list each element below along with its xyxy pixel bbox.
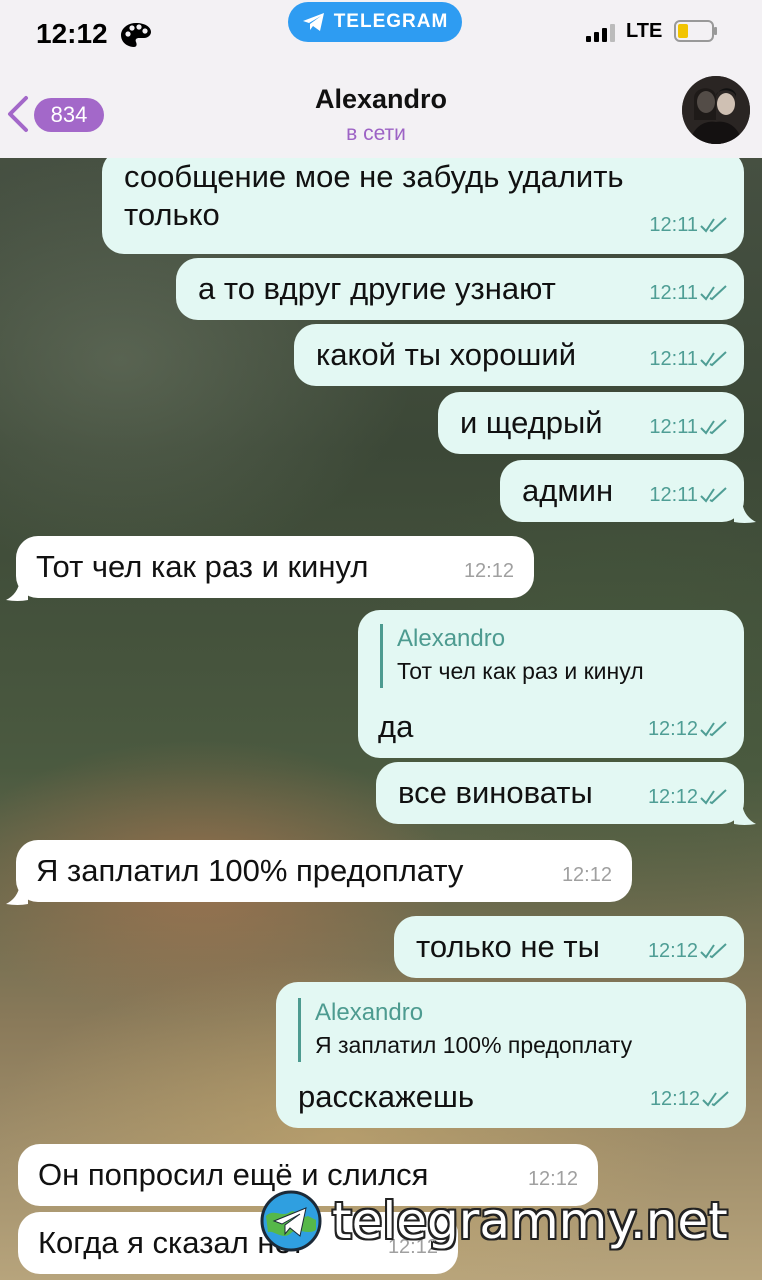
incoming-message[interactable]: Тот чел как раз и кинул 12:12 xyxy=(16,536,534,598)
message-text: а то вдруг другие узнают xyxy=(198,271,556,306)
double-check-icon xyxy=(700,285,727,301)
reply-author: Alexandro xyxy=(397,625,506,652)
outgoing-message[interactable]: какой ты хороший 12:11 xyxy=(294,324,744,386)
message-text: расскажешь xyxy=(298,1079,474,1114)
message-text: админ xyxy=(522,473,614,508)
telegram-icon xyxy=(302,13,324,31)
double-check-icon xyxy=(700,789,727,805)
message-time: 12:11 xyxy=(649,484,698,506)
bubble-tail xyxy=(6,580,28,601)
palette-icon xyxy=(121,23,151,47)
message-text: какой ты хороший xyxy=(316,337,577,372)
app-pill-label: TELEGRAM xyxy=(333,11,449,32)
reply-quote[interactable]: Alexandro Я заплатил 100% предоплату xyxy=(298,998,632,1062)
message-time: 12:12 xyxy=(647,786,698,808)
outgoing-message[interactable]: сообщение мое не забудь удалить только 1… xyxy=(102,158,744,254)
message-text: только не ты xyxy=(416,929,600,964)
avatar-image xyxy=(682,76,750,144)
status-time: 12:12 xyxy=(36,18,108,49)
status-bar: 12:12 TELEGRAM LTE xyxy=(0,0,762,66)
bubble-tail xyxy=(734,804,756,825)
outgoing-reply-message[interactable]: Alexandro Тот чел как раз и кинул да 12:… xyxy=(358,610,744,758)
message-text: Тот чел как раз и кинул xyxy=(36,549,369,584)
chat-title[interactable]: Alexandro xyxy=(0,84,762,115)
presence-status: в сети xyxy=(346,122,406,145)
avatar[interactable] xyxy=(682,76,750,144)
message-text: Я заплатил 100% предоплату xyxy=(36,853,464,888)
double-check-icon xyxy=(700,721,727,737)
network-type: LTE xyxy=(626,20,663,42)
telegram-globe-logo-icon xyxy=(260,1190,322,1252)
reply-text: Я заплатил 100% предоплату xyxy=(315,1032,633,1058)
double-check-icon xyxy=(700,351,727,367)
message-text: и щедрый xyxy=(460,405,603,440)
double-check-icon xyxy=(700,487,727,503)
double-check-icon xyxy=(702,1091,729,1107)
message-time: 12:12 xyxy=(463,560,514,582)
chat-header: 834 Alexandro в сети xyxy=(0,66,762,158)
reply-author: Alexandro xyxy=(315,999,424,1026)
reply-quote[interactable]: Alexandro Тот чел как раз и кинул xyxy=(380,624,644,688)
message-time: 12:11 xyxy=(649,214,698,236)
watermark: telegrammy.net xyxy=(260,1186,728,1256)
watermark-text: telegrammy.net xyxy=(332,1192,728,1250)
signal-icon xyxy=(586,24,615,42)
reply-text: Тот чел как раз и кинул xyxy=(397,658,644,684)
message-list[interactable]: сообщение мое не забудь удалить только 1… xyxy=(0,158,762,1280)
outgoing-reply-message[interactable]: Alexandro Я заплатил 100% предоплату рас… xyxy=(276,982,746,1128)
bubble-tail xyxy=(6,884,28,905)
message-text: все виноваты xyxy=(398,775,593,810)
message-time: 12:12 xyxy=(649,1088,700,1110)
message-text-line: сообщение мое не забудь удалить xyxy=(124,159,624,194)
double-check-icon xyxy=(700,419,727,435)
message-time: 12:11 xyxy=(649,416,698,438)
message-time: 12:12 xyxy=(647,718,698,740)
message-text-line: только xyxy=(124,197,220,232)
outgoing-message[interactable]: все виноваты 12:12 xyxy=(376,762,744,824)
outgoing-message[interactable]: а то вдруг другие узнают 12:11 xyxy=(176,258,744,320)
incoming-message[interactable]: Я заплатил 100% предоплату 12:12 xyxy=(16,840,632,902)
outgoing-message[interactable]: админ 12:11 xyxy=(500,460,744,522)
message-time: 12:11 xyxy=(649,282,698,304)
telegram-app-pill[interactable]: TELEGRAM xyxy=(288,2,462,42)
double-check-icon xyxy=(700,943,727,959)
message-time: 12:12 xyxy=(561,864,612,886)
message-time: 12:12 xyxy=(647,940,698,962)
outgoing-message[interactable]: только не ты 12:12 xyxy=(394,916,744,978)
outgoing-message[interactable]: и щедрый 12:11 xyxy=(438,392,744,454)
battery-icon xyxy=(674,20,717,42)
double-check-icon xyxy=(700,217,727,233)
bubble-tail xyxy=(734,502,756,523)
message-time: 12:11 xyxy=(649,348,698,370)
message-text: да xyxy=(378,709,414,744)
